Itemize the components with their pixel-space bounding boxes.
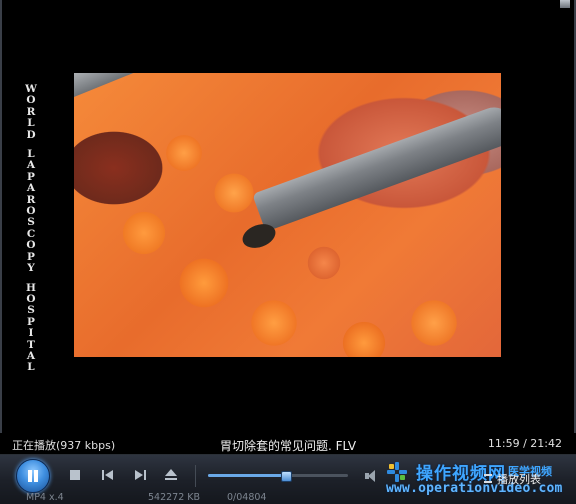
media-size: 542272 KB: [148, 492, 201, 503]
watermark-line-2: LAPAROSCOPY: [21, 148, 41, 275]
watermark-letter: O: [26, 239, 36, 252]
seek-bar[interactable]: [208, 471, 348, 482]
playlist-button[interactable]: 播放列表: [484, 470, 548, 488]
status-bar: 正在播放(937 kbps) 胃切除套的常见问题. FLV 11:59 / 21…: [0, 433, 576, 455]
watermark-letter: D: [26, 128, 36, 141]
watermark-letter: L: [27, 361, 35, 374]
video-watermark: WORLD LAPAROSCOPY HOSPITAL: [21, 83, 41, 373]
previous-icon[interactable]: [100, 467, 116, 483]
window-corner-decoration: [560, 0, 570, 8]
divider: [195, 465, 196, 487]
media-format: MP4 x.4: [26, 492, 64, 503]
video-viewport[interactable]: [74, 73, 501, 357]
volume-icon[interactable]: [365, 469, 379, 483]
time-display: 11:59 / 21:42: [487, 437, 562, 450]
watermark-line-1: WORLD: [21, 83, 41, 141]
surgical-instrument: [252, 101, 501, 232]
watermark-letter: L: [27, 117, 35, 130]
media-extra-info: 0/04804: [227, 492, 267, 503]
seek-handle[interactable]: [281, 471, 292, 482]
eject-icon[interactable]: [163, 467, 179, 483]
surgical-grasper: [74, 73, 158, 98]
watermark-line-3: HOSPITAL: [21, 282, 41, 374]
snowflake-logo-icon: [387, 462, 407, 482]
stop-icon[interactable]: [67, 467, 83, 483]
watermark-letter: Y: [27, 262, 35, 275]
watermark-letter: S: [27, 304, 35, 317]
video-player-window: WORLD LAPAROSCOPY HOSPITAL 正在播放(937 kbps…: [0, 0, 576, 504]
pause-button[interactable]: [16, 459, 50, 493]
watermark-letter: A: [26, 182, 36, 195]
playlist-label: 播放列表: [497, 473, 541, 486]
watermark-letter: I: [28, 327, 34, 340]
seek-progress: [208, 474, 285, 477]
playlist-icon: [484, 474, 492, 483]
next-icon[interactable]: [132, 467, 148, 483]
